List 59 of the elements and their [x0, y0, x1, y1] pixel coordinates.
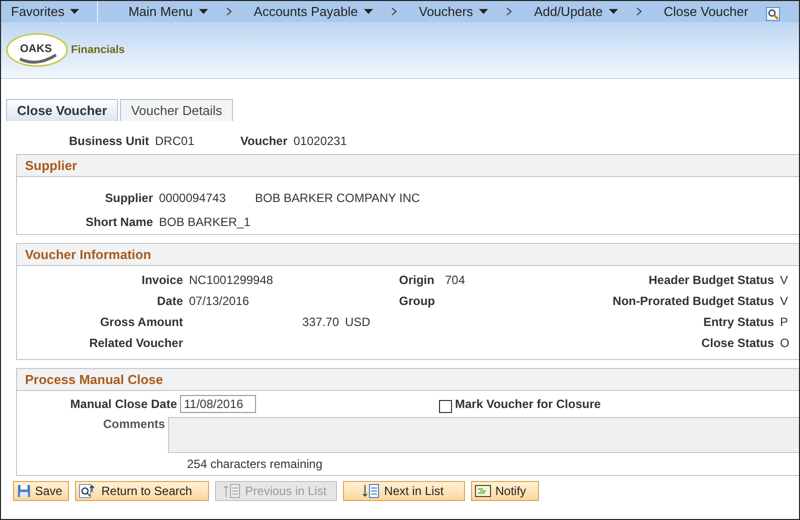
field-value: 704 — [445, 273, 466, 287]
characters-remaining-text: 254 characters remaining — [187, 457, 324, 471]
logo-name: Financials — [71, 44, 125, 56]
breadcrumb-separator-icon — [506, 7, 512, 16]
nav-menu-link[interactable]: Add/Update — [512, 4, 632, 19]
breadcrumb-separator-icon — [636, 7, 642, 16]
search-icon[interactable] — [766, 6, 780, 20]
field-label: Date — [156, 294, 183, 308]
field-label: Entry Status — [703, 315, 774, 329]
section-title: Voucher Information — [25, 247, 152, 262]
checkbox[interactable] — [439, 400, 452, 412]
logo-text: OAKS — [20, 43, 52, 55]
toolbar-button[interactable]: Notify — [471, 481, 540, 501]
field-value: O — [780, 336, 790, 350]
note-icon — [475, 485, 492, 497]
toolbar-button[interactable]: Save — [13, 481, 70, 501]
field-value: NC1001299948 — [189, 273, 274, 287]
field-label: Origin — [399, 273, 434, 287]
nav-menu-link[interactable]: Close Voucher — [642, 4, 762, 19]
field-label: Comments — [102, 417, 166, 431]
logo-swirl-icon — [6, 33, 68, 67]
field-label: Related Voucher — [89, 336, 183, 350]
field-value: 01020231 — [294, 134, 347, 148]
field-label: Invoice — [142, 273, 183, 287]
field-label: Gross Amount — [100, 315, 183, 329]
field-label: Voucher — [240, 134, 288, 148]
field-label: Short Name — [84, 215, 153, 229]
checkbox-label: Mark Voucher for Closure — [455, 397, 601, 411]
field-value: DRC01 — [155, 134, 194, 148]
field-value: 0000094743 — [159, 191, 227, 205]
nav-menu-link[interactable]: Main Menu — [106, 4, 222, 19]
field-value: BOB BARKER_1 — [159, 215, 249, 229]
toolbar-button[interactable]: Next in List — [343, 481, 466, 501]
breadcrumb-separator-icon — [226, 7, 232, 16]
section-title: Supplier — [25, 158, 78, 173]
field-label: Group — [399, 294, 435, 308]
nav-menu-link[interactable]: Vouchers — [396, 4, 502, 19]
field-label: Business Unit — [69, 134, 150, 148]
nav-menu-link[interactable]: Accounts Payable — [232, 4, 387, 19]
tab[interactable]: Voucher Details — [120, 99, 234, 121]
supplier-name: BOB BARKER COMPANY INC — [255, 191, 421, 205]
currency-value: USD — [345, 315, 370, 329]
field-value: V — [780, 294, 788, 308]
toolbar-button[interactable]: Return to Search — [75, 481, 210, 501]
field-label: Non-Prorated Budget Status — [612, 294, 774, 308]
tab[interactable]: Close Voucher — [6, 99, 118, 121]
list-up-arrow-icon — [223, 484, 242, 498]
list-down-arrow-icon — [362, 484, 380, 498]
breadcrumb-separator-icon — [390, 7, 397, 16]
amount-value: 337.70 — [301, 315, 339, 329]
section-title: Process Manual Close — [25, 372, 163, 387]
field-value: 07/13/2016 — [189, 294, 250, 308]
field-label: Supplier — [104, 191, 153, 205]
field-label: Manual Close Date — [69, 397, 177, 411]
field-value: P — [780, 315, 788, 329]
field-value: V — [780, 273, 788, 287]
field-label: Header Budget Status — [648, 273, 774, 287]
field-label: Close Status — [701, 336, 774, 350]
date-input-field[interactable]: 11/08/2016 — [180, 395, 256, 413]
